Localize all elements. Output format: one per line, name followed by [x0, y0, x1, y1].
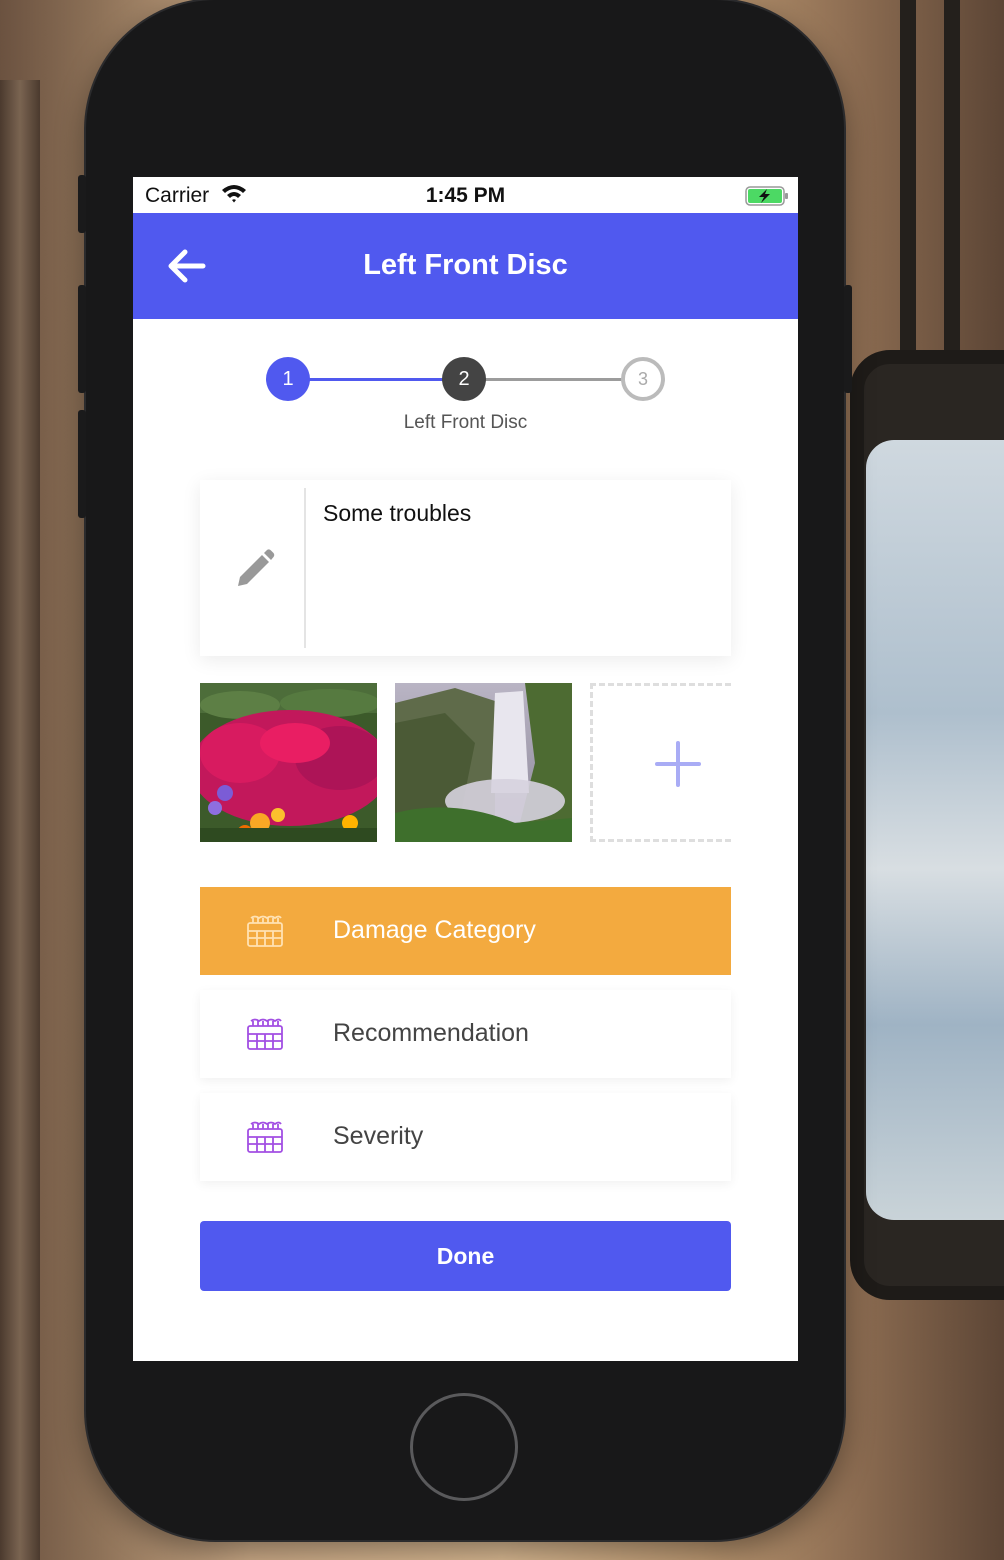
current-step-label: Left Front Disc	[403, 412, 528, 433]
note-text[interactable]: Some troubles	[323, 500, 471, 527]
flowers-photo[interactable]	[200, 683, 377, 842]
background-window-glass	[866, 440, 1004, 1220]
mute-switch	[78, 175, 86, 233]
battery-charging-icon	[745, 186, 789, 212]
background-strap	[900, 0, 960, 380]
progress-stepper: 1 2 3 Left Front Disc	[133, 352, 798, 442]
severity-label: Severity	[333, 1122, 424, 1150]
recommendation-option[interactable]: Recommendation	[200, 990, 731, 1078]
volume-up-button	[78, 285, 86, 393]
pencil-icon	[234, 548, 276, 595]
note-input-box[interactable]: Some troubles	[200, 480, 731, 656]
app-screen: Carrier 1:45 PM Left Front Disc 1 2 3 Le…	[133, 177, 798, 1361]
step-3[interactable]: 3	[621, 357, 665, 401]
plus-icon	[655, 741, 701, 792]
step-2[interactable]: 2	[442, 357, 486, 401]
calendar-grid-icon	[246, 914, 284, 953]
home-button[interactable]	[410, 1393, 518, 1501]
severity-option[interactable]: Severity	[200, 1093, 731, 1181]
calendar-grid-icon	[246, 1017, 284, 1056]
volume-down-button	[78, 410, 86, 518]
power-button	[844, 285, 852, 393]
add-photo-button[interactable]	[590, 683, 731, 842]
status-time: 1:45 PM	[425, 184, 506, 207]
done-button[interactable]: Done	[200, 1221, 731, 1291]
status-bar: Carrier 1:45 PM	[133, 177, 798, 213]
app-header: Left Front Disc	[133, 213, 798, 319]
damage-category-label: Damage Category	[333, 916, 536, 944]
waterfall-photo[interactable]	[395, 683, 572, 842]
page-title: Left Front Disc	[363, 249, 568, 281]
recommendation-label: Recommendation	[333, 1019, 529, 1047]
calendar-grid-icon	[246, 1120, 284, 1159]
background-pole	[0, 80, 40, 1560]
step-connector-2	[485, 378, 625, 381]
note-divider	[304, 488, 306, 648]
step-connector-1	[307, 378, 447, 381]
damage-category-option[interactable]: Damage Category	[200, 887, 731, 975]
step-1[interactable]: 1	[266, 357, 310, 401]
